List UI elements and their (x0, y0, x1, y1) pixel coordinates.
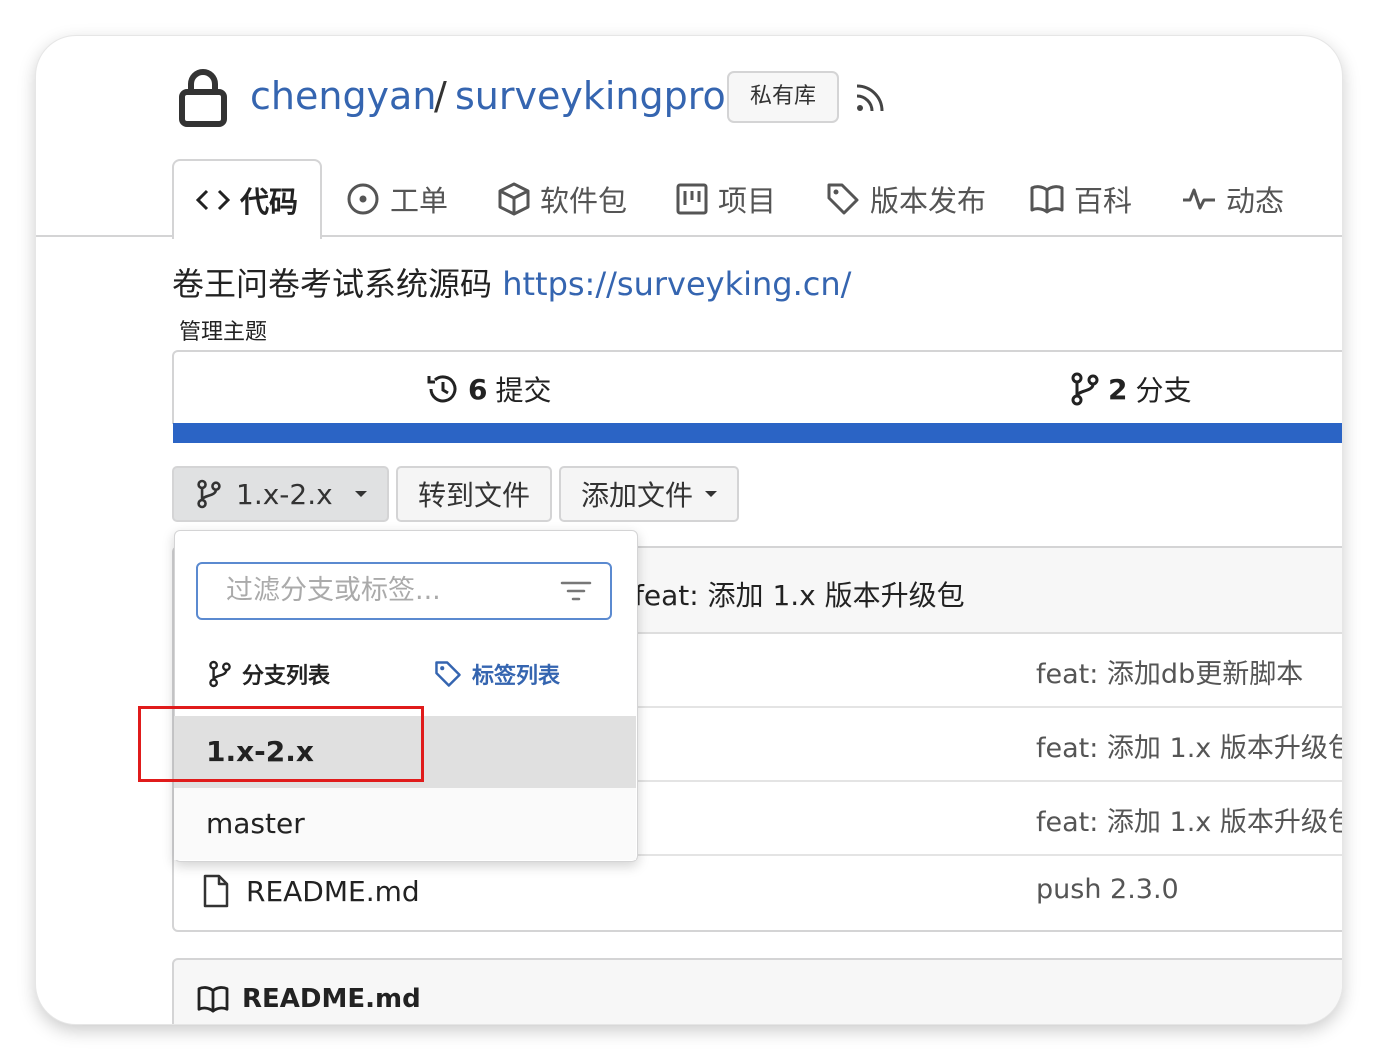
goto-file-button[interactable]: 转到文件 (396, 466, 552, 522)
commit-message[interactable]: feat: 添加 1.x 版本升级包 (1036, 726, 1342, 765)
tag-icon (827, 183, 859, 215)
add-file-button[interactable]: 添加文件 (559, 466, 739, 522)
package-icon (498, 182, 530, 216)
filter-icon (560, 580, 592, 606)
commits-label: 提交 (495, 374, 552, 407)
manage-topics-link[interactable]: 管理主题 (179, 314, 267, 346)
current-branch-label: 1.x-2.x (236, 477, 333, 511)
commit-message[interactable]: feat: 添加 1.x 版本升级包 (1036, 800, 1342, 839)
repo-description: 卷王问卷考试系统源码 https://surveyking.cn/ (172, 262, 851, 306)
tab-tag-list[interactable]: 标签列表 (434, 658, 560, 690)
tab-code[interactable]: 代码 (172, 159, 322, 239)
tag-icon (435, 661, 461, 687)
tab-tag-list-label: 标签列表 (472, 664, 561, 689)
app-window: chengyan / surveykingpro 私有库 代码 工单 软件包 项… (36, 36, 1342, 1024)
pulse-icon (1183, 188, 1215, 210)
path-separator: / (434, 74, 447, 118)
chevron-down-icon (705, 491, 718, 497)
branch-icon (1071, 372, 1099, 406)
branch-icon (197, 479, 221, 509)
private-badge: 私有库 (727, 71, 839, 123)
branches-stat[interactable]: 2 分支 (1070, 369, 1192, 409)
file-entry-readme[interactable]: README.md (202, 874, 420, 908)
tab-wiki[interactable]: 百科 (1030, 162, 1132, 236)
tab-activity-label: 动态 (1226, 184, 1285, 218)
tab-activity[interactable]: 动态 (1182, 162, 1284, 236)
tab-issues-label: 工单 (390, 184, 449, 218)
tab-branch-list[interactable]: 分支列表 (208, 658, 330, 690)
tab-projects[interactable]: 项目 (676, 162, 776, 236)
commit-message[interactable]: push 2.3.0 (1036, 874, 1179, 905)
branches-count: 2 (1108, 372, 1128, 406)
tab-releases[interactable]: 版本发布 (826, 162, 986, 236)
commit-message[interactable]: feat: 添加db更新脚本 (1036, 652, 1303, 691)
commits-stat[interactable]: 6 提交 (426, 369, 552, 409)
tab-wiki-label: 百科 (1074, 184, 1133, 218)
project-icon (676, 183, 708, 215)
issue-icon (347, 183, 379, 215)
language-bar (173, 423, 1342, 443)
latest-commit-message[interactable]: feat: 添加 1.x 版本升级包 (634, 574, 965, 614)
file-icon (203, 874, 229, 908)
file-name[interactable]: README.md (246, 875, 420, 908)
readme-title: README.md (242, 984, 421, 1014)
code-icon (195, 189, 230, 211)
rss-icon[interactable] (854, 82, 886, 118)
chevron-down-icon (354, 491, 367, 497)
description-text: 卷王问卷考试系统源码 (172, 265, 493, 303)
book-icon (1030, 185, 1064, 214)
repo-name-link[interactable]: surveykingpro (455, 72, 726, 120)
book-icon (197, 986, 229, 1013)
history-icon (427, 375, 457, 403)
readme-header: README.md (196, 984, 421, 1014)
tab-branch-list-label: 分支列表 (242, 664, 331, 689)
branches-label: 分支 (1135, 374, 1192, 407)
tab-projects-label: 项目 (718, 184, 777, 218)
branch-icon (209, 660, 231, 688)
tab-issues[interactable]: 工单 (346, 162, 448, 236)
tab-packages-label: 软件包 (540, 184, 628, 218)
lock-icon (178, 66, 228, 132)
branch-option[interactable]: master (174, 788, 636, 860)
branch-filter-input[interactable]: 过滤分支或标签... (196, 562, 612, 620)
repo-owner-link[interactable]: chengyan (250, 72, 436, 120)
tab-releases-label: 版本发布 (870, 184, 987, 218)
tab-packages[interactable]: 软件包 (498, 162, 627, 236)
tab-code-label: 代码 (239, 185, 298, 219)
branch-select-button[interactable]: 1.x-2.x (172, 466, 389, 522)
website-link[interactable]: https://surveyking.cn/ (502, 265, 851, 303)
add-file-label: 添加文件 (581, 479, 694, 512)
commits-count: 6 (468, 372, 488, 406)
highlight-box (138, 706, 424, 782)
